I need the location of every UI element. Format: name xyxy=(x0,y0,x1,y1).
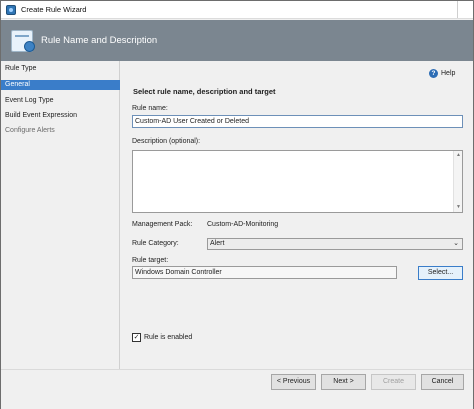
header-banner: Rule Name and Description xyxy=(1,20,473,61)
rule-name-label: Rule name: xyxy=(132,105,168,112)
rule-wizard-icon xyxy=(11,30,35,52)
app-icon xyxy=(6,5,16,15)
rule-category-value: Alert xyxy=(210,240,225,247)
wizard-footer: < Previous Next > Create Cancel xyxy=(1,369,473,409)
wizard-window: Create Rule Wizard Rule Name and Descrip… xyxy=(0,0,474,409)
description-textarea[interactable]: ▲ ▼ xyxy=(132,150,463,213)
rule-enabled-checkbox[interactable]: ✓ xyxy=(132,333,141,342)
rule-target-field: Windows Domain Controller xyxy=(132,266,397,279)
next-button[interactable]: Next > xyxy=(321,374,366,390)
cancel-button[interactable]: Cancel xyxy=(421,374,464,390)
rule-category-dropdown[interactable]: Alert ⌄ xyxy=(207,238,463,250)
rule-category-label: Rule Category: xyxy=(132,240,179,247)
nav-item-configure-alerts[interactable]: Configure Alerts xyxy=(1,126,120,136)
window-title: Create Rule Wizard xyxy=(21,5,87,14)
rule-name-input[interactable]: Custom-AD User Created or Deleted xyxy=(132,115,463,128)
help-icon: ? xyxy=(429,69,438,78)
description-scrollbar[interactable]: ▲ ▼ xyxy=(453,151,462,212)
page-title: Rule Name and Description xyxy=(41,35,158,46)
section-heading: Select rule name, description and target xyxy=(133,87,276,96)
window-controls[interactable] xyxy=(457,1,473,18)
help-link[interactable]: ? Help xyxy=(429,69,463,79)
nav-item-rule-type[interactable]: Rule Type xyxy=(1,64,120,74)
scroll-down-icon[interactable]: ▼ xyxy=(455,204,462,211)
wizard-steps-nav: Rule Type General Event Log Type Build E… xyxy=(1,61,120,369)
help-label: Help xyxy=(441,70,456,77)
description-label: Description (optional): xyxy=(132,138,201,145)
rule-enabled-label: Rule is enabled xyxy=(144,334,193,341)
create-button[interactable]: Create xyxy=(371,374,416,390)
previous-button[interactable]: < Previous xyxy=(271,374,316,390)
nav-item-build-event-expression[interactable]: Build Event Expression xyxy=(1,111,120,121)
nav-item-general[interactable]: General xyxy=(1,80,120,90)
nav-item-event-log-type[interactable]: Event Log Type xyxy=(1,96,120,106)
chevron-down-icon: ⌄ xyxy=(453,240,459,247)
title-bar: Create Rule Wizard xyxy=(1,1,473,19)
select-target-button[interactable]: Select... xyxy=(418,266,463,280)
management-pack-label: Management Pack: xyxy=(132,221,193,228)
wizard-content: ? Help Select rule name, description and… xyxy=(121,61,473,369)
rule-target-label: Rule target: xyxy=(132,257,169,264)
management-pack-value: Custom-AD-Monitoring xyxy=(207,221,279,228)
scroll-up-icon[interactable]: ▲ xyxy=(455,152,462,159)
